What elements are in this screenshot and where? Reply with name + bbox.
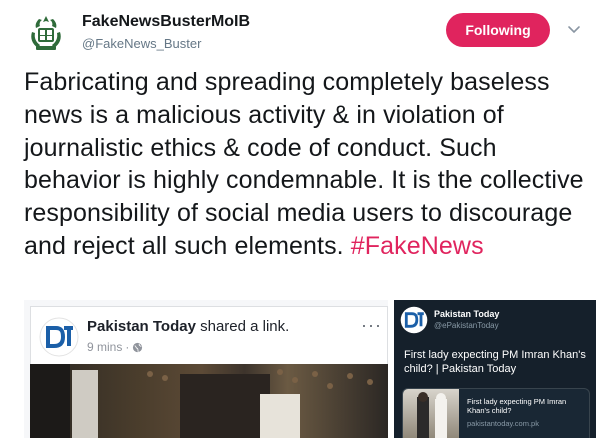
embedded-tweet-handle: @ePakistanToday <box>434 321 499 330</box>
facebook-post-time: 9 mins <box>87 340 123 354</box>
hashtag-link[interactable]: #FakeNews <box>351 232 484 260</box>
globe-icon <box>133 342 143 352</box>
chevron-down-icon[interactable] <box>565 22 583 38</box>
embedded-tweet-name: Pakistan Today <box>434 309 500 319</box>
link-preview-domain: pakistantoday.com.pk <box>467 419 539 428</box>
profile-handle[interactable]: @FakeNews_Buster <box>82 36 201 51</box>
link-preview-title: First lady expecting PM Imran Khan's chi… <box>467 397 567 415</box>
facebook-post-meta: 9 mins · <box>87 340 143 354</box>
meta-separator: · <box>125 340 130 354</box>
more-options-icon: ··· <box>361 315 382 335</box>
tweet-body: Fabricating and spreading completely bas… <box>24 68 584 260</box>
twitter-screenshot: Pakistan Today @ePakistanToday First lad… <box>394 300 596 438</box>
link-preview-card: First lady expecting PM Imran Khan's chi… <box>402 388 590 438</box>
pakistan-today-logo-small <box>400 306 428 334</box>
facebook-post-title: Pakistan Today shared a link. <box>87 318 289 335</box>
link-preview-thumbnail <box>403 389 459 438</box>
tweet-text: Fabricating and spreading completely bas… <box>24 66 594 263</box>
following-button[interactable]: Following <box>446 13 550 47</box>
facebook-screenshot: Pakistan Today shared a link. 9 mins · ·… <box>24 300 390 438</box>
facebook-page-name: Pakistan Today <box>87 318 196 335</box>
tweet-media[interactable]: Pakistan Today shared a link. 9 mins · ·… <box>24 300 596 438</box>
facebook-action: shared a link. <box>195 318 290 335</box>
avatar[interactable] <box>22 10 70 58</box>
pakistan-today-logo <box>39 317 79 357</box>
news-photo <box>30 364 388 438</box>
profile-name[interactable]: FakeNewsBusterMoIB <box>82 13 250 31</box>
embedded-tweet-text: First lady expecting PM Imran Khan's chi… <box>404 349 586 375</box>
